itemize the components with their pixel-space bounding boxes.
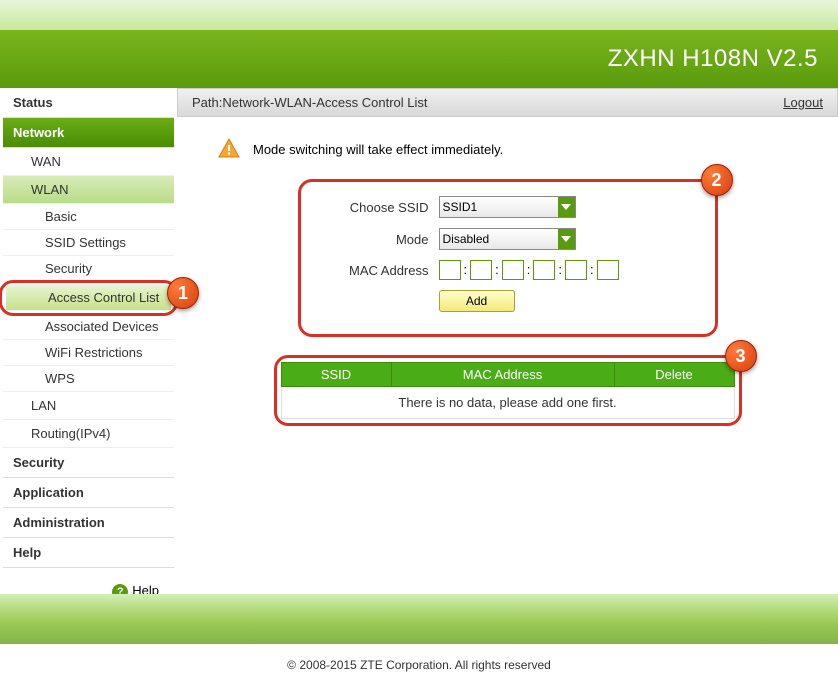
mac-sep: : xyxy=(464,262,468,277)
nav-application[interactable]: Application xyxy=(3,478,174,508)
footer-stripe xyxy=(0,594,838,644)
mac-input-group: ::::: xyxy=(439,260,619,280)
chevron-down-icon[interactable] xyxy=(558,196,576,218)
nav-wlan[interactable]: WLAN xyxy=(3,176,174,204)
brand-title: ZXHN H108N V2.5 xyxy=(608,45,818,73)
mode-select[interactable]: Disabled xyxy=(439,228,559,250)
logout-link[interactable]: Logout xyxy=(783,95,823,110)
nav-security[interactable]: Security xyxy=(3,256,174,282)
breadcrumb-bar: Path:Network-WLAN-Access Control List Lo… xyxy=(177,88,838,117)
warning-icon xyxy=(217,137,241,161)
col-ssid: SSID xyxy=(281,363,391,387)
callout-1: Access Control List 1 xyxy=(0,280,178,316)
choose-ssid-select[interactable]: SSID1 xyxy=(439,196,559,218)
header: ZXHN H108N V2.5 xyxy=(0,30,838,88)
mac-input-3[interactable] xyxy=(502,260,524,280)
choose-ssid-label: Choose SSID xyxy=(319,200,439,215)
main: Path:Network-WLAN-Access Control List Lo… xyxy=(177,88,838,615)
sidebar: Status Network WAN WLAN Basic SSID Setti… xyxy=(0,88,177,615)
notice-text: Mode switching will take effect immediat… xyxy=(253,142,503,157)
mac-input-1[interactable] xyxy=(439,260,461,280)
notice-row: Mode switching will take effect immediat… xyxy=(217,137,798,161)
nav-network[interactable]: Network xyxy=(3,118,174,148)
nav-basic[interactable]: Basic xyxy=(3,204,174,230)
nav-security-section[interactable]: Security xyxy=(3,448,174,478)
nav-wan[interactable]: WAN xyxy=(3,148,174,176)
mac-input-4[interactable] xyxy=(533,260,555,280)
acl-table: SSID MAC Address Delete There is no data… xyxy=(281,362,735,419)
nav-wps[interactable]: WPS xyxy=(3,366,174,392)
mac-input-6[interactable] xyxy=(597,260,619,280)
badge-1: 1 xyxy=(167,277,199,309)
col-delete: Delete xyxy=(614,363,734,387)
breadcrumb: Path:Network-WLAN-Access Control List xyxy=(192,95,428,110)
badge-3: 3 xyxy=(725,340,757,372)
mac-input-2[interactable] xyxy=(470,260,492,280)
mode-label: Mode xyxy=(319,232,439,247)
nav-help[interactable]: Help xyxy=(3,538,174,568)
nav-wifi-restrictions[interactable]: WiFi Restrictions xyxy=(3,340,174,366)
callout-2: 2 Choose SSID SSID1 Mode Disabled xyxy=(298,179,718,337)
header-accent xyxy=(0,0,838,30)
nav-status[interactable]: Status xyxy=(3,88,174,118)
badge-2: 2 xyxy=(701,164,733,196)
empty-row: There is no data, please add one first. xyxy=(281,387,734,419)
nav-lan[interactable]: LAN xyxy=(3,392,174,420)
mac-label: MAC Address xyxy=(319,263,439,278)
add-button[interactable]: Add xyxy=(439,290,515,312)
nav-acl[interactable]: Access Control List xyxy=(6,285,171,311)
callout-3: 3 SSID MAC Address Delete There is no da… xyxy=(274,355,742,426)
nav-routing[interactable]: Routing(IPv4) xyxy=(3,420,174,448)
nav-administration[interactable]: Administration xyxy=(3,508,174,538)
footer-text: © 2008-2015 ZTE Corporation. All rights … xyxy=(0,658,838,672)
nav-ssid-settings[interactable]: SSID Settings xyxy=(3,230,174,256)
col-mac: MAC Address xyxy=(391,363,614,387)
nav-assoc-devices[interactable]: Associated Devices xyxy=(3,314,174,340)
mac-input-5[interactable] xyxy=(565,260,587,280)
chevron-down-icon[interactable] xyxy=(558,228,576,250)
